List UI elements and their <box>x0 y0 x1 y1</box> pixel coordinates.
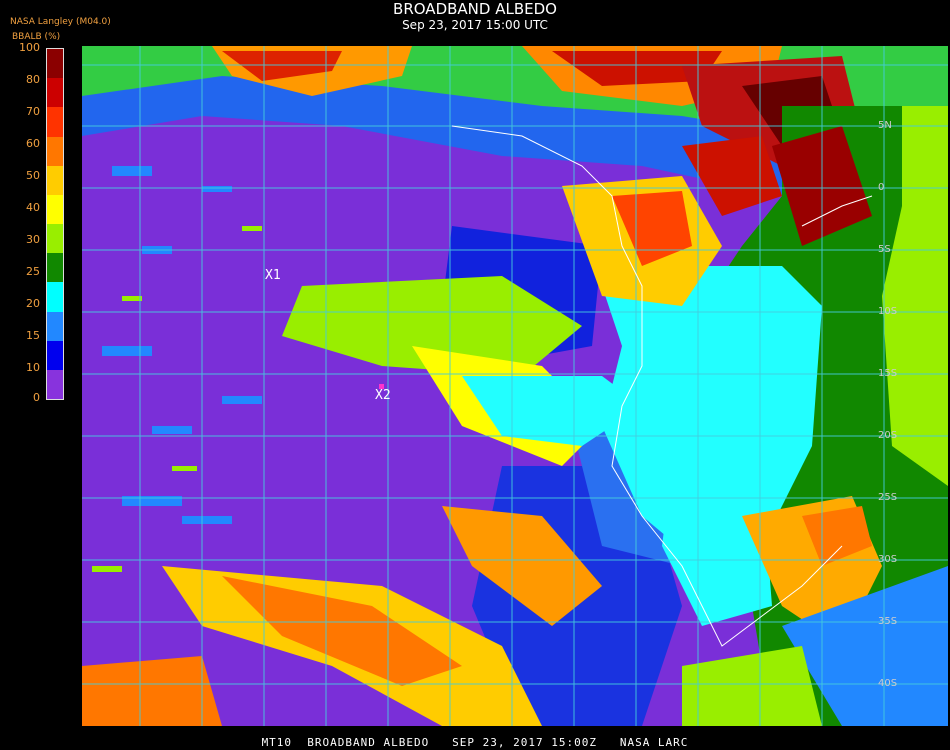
color-scale-segment <box>47 340 63 371</box>
latitude-label: 40S <box>878 678 898 689</box>
color-scale-tick-label: 10 <box>26 361 40 374</box>
map-title: BROADBAND ALBEDO <box>393 0 557 18</box>
color-scale-segment <box>47 165 63 196</box>
color-scale-tick-label: 30 <box>26 233 40 246</box>
latitude-label: 10S <box>878 306 898 317</box>
color-scale-tick-label: 50 <box>26 169 40 182</box>
latitude-label: 35S <box>878 616 898 627</box>
albedo-map: X1 X2 5N 0 5S 10S 15S 20S 25S 30S 35S 40S <box>82 46 948 726</box>
latitude-label: 20S <box>878 430 898 441</box>
latitude-label: 30S <box>878 554 898 565</box>
color-scale-segment <box>47 107 63 137</box>
albedo-map-image <box>82 46 948 726</box>
source-label: NASA Langley (M04.0) <box>10 17 111 27</box>
color-scale-tick-label: 100 <box>19 41 40 54</box>
color-scale-segment <box>47 136 63 167</box>
color-scale-tick-label: 60 <box>26 137 40 150</box>
color-scale-segment <box>47 369 63 400</box>
color-scale-segment <box>47 253 63 283</box>
footer-caption: MT10 BROADBAND ALBEDO SEP 23, 2017 15:00… <box>261 736 689 749</box>
color-scale-segment <box>47 49 63 79</box>
map-timestamp: Sep 23, 2017 15:00 UTC <box>402 18 548 32</box>
color-scale-segment <box>47 311 63 342</box>
color-scale-segment <box>47 78 63 108</box>
color-scale-tick-label: 0 <box>33 391 40 404</box>
color-scale-tick-label: 70 <box>26 105 40 118</box>
color-scale-tick-label: 20 <box>26 297 40 310</box>
point-marker-x1: X1 <box>265 268 281 283</box>
latitude-label: 5S <box>878 244 891 255</box>
color-scale-segment <box>47 282 63 312</box>
latitude-label: 0 <box>878 182 885 193</box>
color-scale-tick-label: 40 <box>26 201 40 214</box>
color-scale-tick-label: 15 <box>26 329 40 342</box>
color-scale-bar <box>46 48 64 400</box>
color-scale-segment <box>47 224 63 254</box>
point-marker-x2: X2 <box>375 388 391 403</box>
color-scale-tick-label: 80 <box>26 73 40 86</box>
latitude-label: 5N <box>878 120 892 131</box>
latitude-label: 15S <box>878 368 898 379</box>
latitude-label: 25S <box>878 492 898 503</box>
color-scale-segment <box>47 194 63 225</box>
color-scale-tick-label: 25 <box>26 265 40 278</box>
